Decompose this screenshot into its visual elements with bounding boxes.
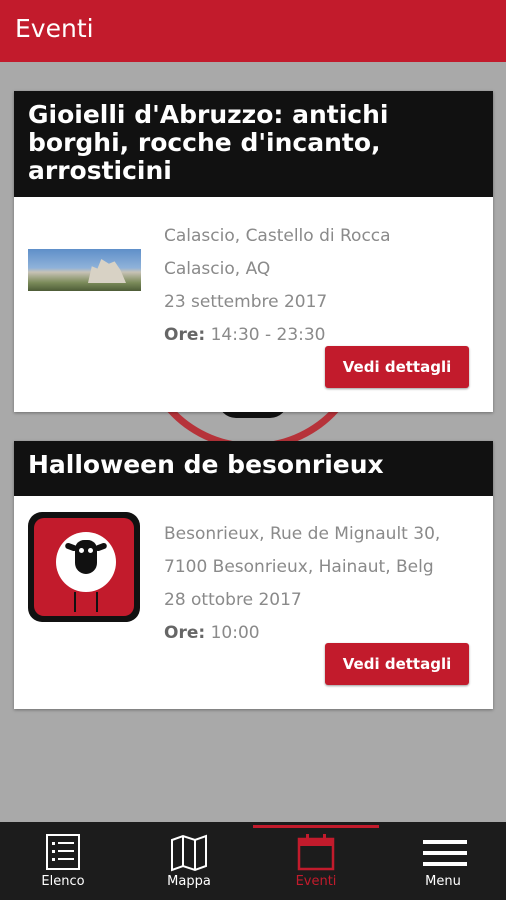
- event-info: Calascio, Castello di Rocca Calascio, AQ…: [164, 220, 469, 352]
- event-place: Calascio, Castello di Rocca: [164, 226, 391, 246]
- details-button[interactable]: Vedi dettagli: [325, 346, 469, 388]
- nav-label: Menu: [425, 874, 461, 889]
- hours-label: Ore:: [164, 623, 206, 643]
- hours-value: 10:00: [210, 623, 260, 643]
- details-button[interactable]: Vedi dettagli: [325, 643, 469, 685]
- event-card[interactable]: Gioielli d'Abruzzo: antichi borghi, rocc…: [14, 91, 493, 412]
- list-icon: [46, 834, 80, 870]
- map-icon: [171, 834, 207, 872]
- hamburger-menu-icon: [423, 840, 467, 866]
- page-title: Eventi: [15, 14, 94, 43]
- event-thumbnail: [28, 249, 141, 291]
- active-indicator: [253, 825, 379, 828]
- bottom-nav: Elenco Mappa Eventi Menu: [0, 822, 506, 900]
- app-bar: Eventi: [0, 0, 506, 62]
- nav-label: Mappa: [167, 874, 211, 889]
- nav-item-elenco[interactable]: Elenco: [0, 822, 126, 900]
- hours-value: 14:30 - 23:30: [210, 325, 326, 345]
- nav-item-eventi[interactable]: Eventi: [253, 822, 379, 900]
- nav-label: Eventi: [295, 874, 337, 889]
- event-city: Calascio, AQ: [164, 259, 271, 279]
- calendar-icon: [297, 834, 335, 871]
- hours-label: Ore:: [164, 325, 206, 345]
- event-title: Halloween de besonrieux: [14, 441, 493, 496]
- event-body: Calascio, Castello di Rocca Calascio, AQ…: [14, 197, 493, 412]
- event-card[interactable]: Halloween de besonrieux Besonrieux, Rue …: [14, 441, 493, 709]
- castle-image: [88, 259, 126, 283]
- event-info: Besonrieux, Rue de Mignault 30, 7100 Bes…: [164, 518, 469, 650]
- event-body: Besonrieux, Rue de Mignault 30, 7100 Bes…: [14, 496, 493, 709]
- event-title: Gioielli d'Abruzzo: antichi borghi, rocc…: [14, 91, 493, 197]
- nav-label: Elenco: [41, 874, 85, 889]
- sheep-logo-icon: [28, 512, 140, 622]
- event-place: Besonrieux, Rue de Mignault 30,: [164, 524, 441, 544]
- event-date: 28 ottobre 2017: [164, 590, 302, 610]
- event-city: 7100 Besonrieux, Hainaut, Belg: [164, 557, 434, 577]
- nav-item-mappa[interactable]: Mappa: [126, 822, 252, 900]
- nav-item-menu[interactable]: Menu: [380, 822, 506, 900]
- event-date: 23 settembre 2017: [164, 292, 328, 312]
